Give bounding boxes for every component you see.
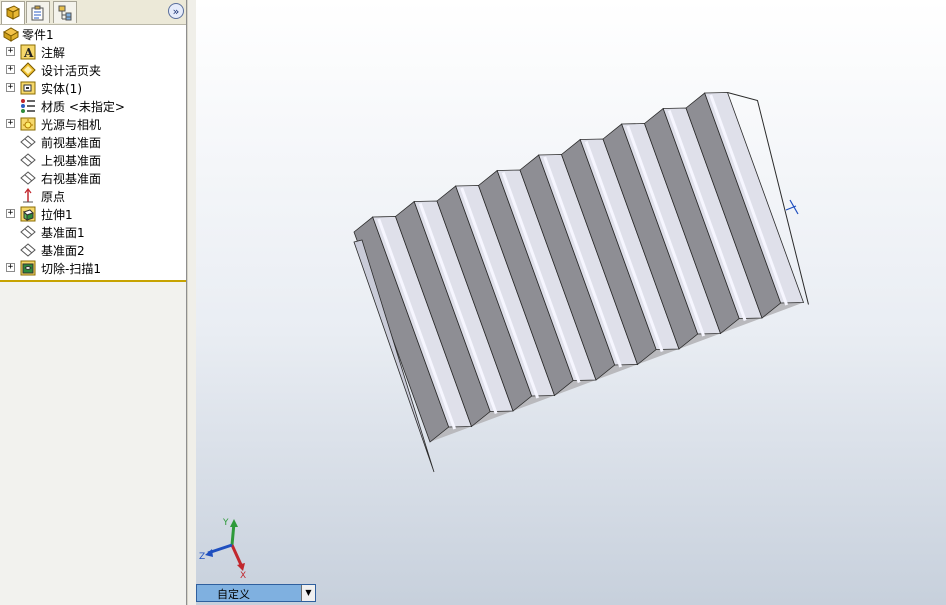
x-axis-label: X (240, 571, 246, 581)
x-axis-line (230, 544, 244, 568)
tree-root-part[interactable]: 零件1 (0, 25, 186, 43)
cut-sweep-icon (20, 260, 36, 276)
tree-item-plane1[interactable]: 基准面1 (0, 223, 186, 241)
material-icon (21, 99, 35, 113)
solid-bodies-icon (20, 81, 36, 95)
lights-cameras-icon (20, 117, 36, 131)
design-binder-icon (20, 62, 36, 78)
tree-item-label: 拉伸1 (41, 208, 73, 222)
tree-item-label: 基准面2 (41, 244, 85, 258)
tree-item-extrude1[interactable]: + 拉伸1 (0, 205, 186, 223)
expand-toggle[interactable]: + (6, 119, 15, 128)
svg-text:A: A (23, 46, 34, 60)
expand-panel-button[interactable]: » (168, 3, 184, 19)
tree-root-label: 零件1 (22, 28, 54, 42)
tree-item-label: 前视基准面 (41, 136, 102, 150)
feature-manager-panel: » 零件1 + A 注解 + 设计活页夹 + 实体(1) 材质 <未指定> + … (0, 0, 187, 605)
panel-tab-bar: » (0, 0, 186, 25)
sketch-point-marker[interactable] (785, 199, 799, 215)
tree-item-annotations[interactable]: + A 注解 (0, 43, 186, 61)
origin-icon (23, 188, 33, 203)
expand-toggle[interactable]: + (6, 83, 15, 92)
plane-icon (20, 153, 36, 167)
tree-item-label: 切除-扫描1 (41, 262, 101, 276)
extrude-icon (20, 206, 36, 222)
tree-item-solid-bodies[interactable]: + 实体(1) (0, 79, 186, 97)
y-axis-label: Y (222, 518, 229, 528)
tab-property-manager[interactable] (26, 1, 50, 23)
view-orientation-value: 自定义 (217, 588, 250, 601)
tree-item-label: 实体(1) (41, 82, 82, 96)
tree-item-label: 上视基准面 (41, 154, 102, 168)
tree-item-front-plane[interactable]: 前视基准面 (0, 133, 186, 151)
plane-icon (20, 243, 36, 257)
tree-item-label: 原点 (41, 190, 66, 204)
expand-toggle[interactable]: + (6, 47, 15, 56)
tab-configuration-manager[interactable] (53, 1, 77, 23)
plane-icon (20, 135, 36, 149)
tree-item-label: 材质 <未指定> (41, 100, 125, 114)
expand-toggle[interactable]: + (6, 209, 15, 218)
plane-icon (20, 225, 36, 239)
tree-item-label: 右视基准面 (41, 172, 102, 186)
tree-item-label: 光源与相机 (41, 118, 102, 132)
graphics-area[interactable] (196, 0, 946, 605)
tree-item-origin[interactable]: 原点 (0, 187, 186, 205)
expand-toggle[interactable]: + (6, 263, 15, 272)
property-manager-icon (31, 5, 44, 20)
tree-item-label: 基准面1 (41, 226, 85, 240)
feature-tree-icon (5, 5, 21, 20)
tab-feature-manager[interactable] (1, 1, 25, 24)
configuration-manager-icon (58, 5, 72, 20)
tree-item-plane2[interactable]: 基准面2 (0, 241, 186, 259)
dropdown-arrow-icon[interactable]: ▼ (301, 585, 315, 601)
z-axis-label: Z (199, 552, 205, 562)
feature-tree: 零件1 + A 注解 + 设计活页夹 + 实体(1) 材质 <未指定> + 光源… (0, 25, 186, 282)
tree-item-label: 注解 (41, 46, 66, 60)
tree-item-cut-sweep1[interactable]: + 切除-扫描1 (0, 259, 186, 277)
tree-item-material[interactable]: 材质 <未指定> (0, 97, 186, 115)
tree-item-top-plane[interactable]: 上视基准面 (0, 151, 186, 169)
tree-item-label: 设计活页夹 (41, 64, 102, 78)
view-orientation-select[interactable]: 自定义 ▼ (196, 584, 316, 602)
tree-item-design-binder[interactable]: + 设计活页夹 (0, 61, 186, 79)
expand-toggle[interactable]: + (6, 65, 15, 74)
axis-triad: Y X Z (199, 518, 246, 581)
tree-item-lights-cameras[interactable]: + 光源与相机 (0, 115, 186, 133)
tree-item-right-plane[interactable]: 右视基准面 (0, 169, 186, 187)
part-icon (3, 27, 19, 42)
plane-icon (20, 171, 36, 185)
threaded-rod-model[interactable] (196, 0, 946, 605)
annotation-icon: A (20, 44, 36, 60)
